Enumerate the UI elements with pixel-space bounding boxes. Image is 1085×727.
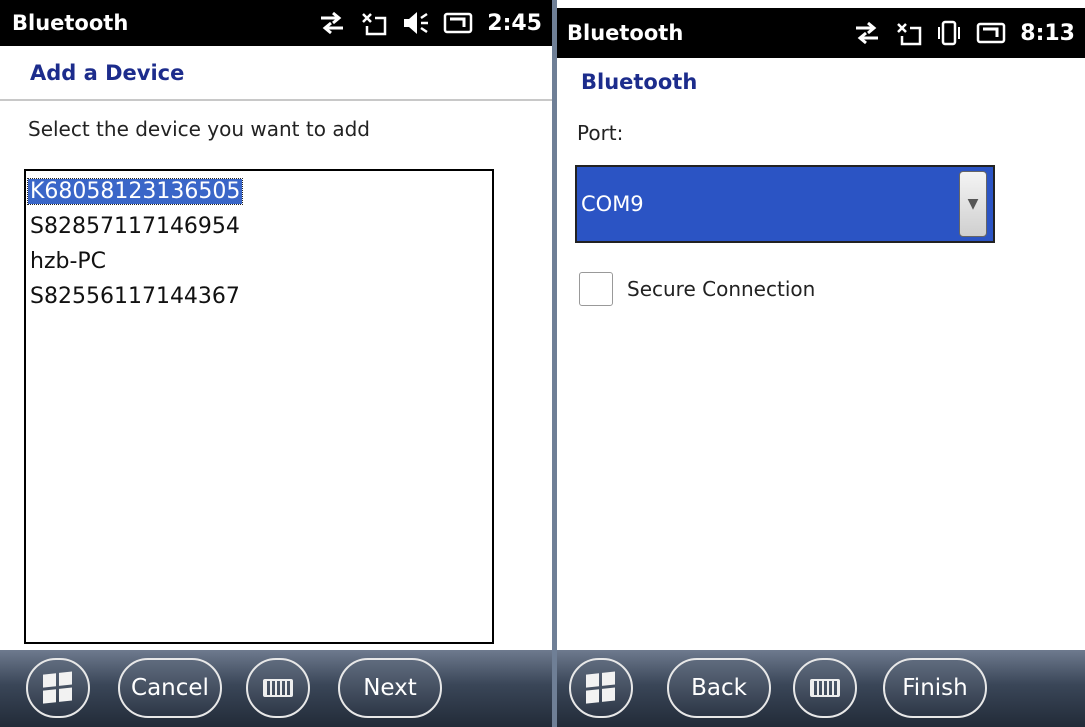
keyboard-icon bbox=[263, 679, 293, 697]
status-time: 8:13 bbox=[1020, 20, 1075, 46]
secure-connection-label: Secure Connection bbox=[627, 277, 816, 301]
status-bar[interactable]: Bluetooth 2:45 bbox=[0, 0, 552, 46]
start-button[interactable] bbox=[569, 658, 633, 718]
keyboard-button[interactable] bbox=[793, 658, 857, 718]
status-title: Bluetooth bbox=[567, 21, 684, 45]
vibrate-icon bbox=[936, 19, 962, 47]
start-button[interactable] bbox=[26, 658, 90, 718]
device-item[interactable]: hzb-PC bbox=[28, 244, 492, 279]
battery-icon bbox=[443, 11, 473, 35]
speaker-icon bbox=[401, 10, 429, 36]
instruction-text: Select the device you want to add bbox=[28, 117, 370, 141]
cancel-button[interactable]: Cancel bbox=[118, 658, 222, 718]
back-button[interactable]: Back bbox=[667, 658, 771, 718]
device-name: K68058123136505 bbox=[26, 178, 244, 205]
windows-start-icon bbox=[43, 671, 73, 704]
device-name: S82556117144367 bbox=[30, 284, 240, 309]
sync-icon bbox=[317, 10, 347, 36]
device-name: hzb-PC bbox=[30, 249, 107, 274]
bluetooth-port-screen: Bluetooth 8:13 Bluetooth Port: COM9 ▼ Se… bbox=[557, 0, 1085, 727]
bottom-toolbar: Back Finish bbox=[557, 650, 1085, 727]
keyboard-icon bbox=[810, 679, 840, 697]
page-header: Add a Device bbox=[0, 46, 552, 101]
dropdown-arrow-button[interactable]: ▼ bbox=[959, 171, 987, 237]
no-signal-icon bbox=[896, 20, 922, 46]
page-title: Bluetooth bbox=[581, 70, 698, 94]
device-item[interactable]: S82857117146954 bbox=[28, 209, 492, 244]
port-value: COM9 bbox=[581, 192, 644, 216]
device-list[interactable]: K68058123136505 S82857117146954 hzb-PC S… bbox=[24, 169, 494, 644]
windows-start-icon bbox=[586, 671, 616, 704]
port-label: Port: bbox=[577, 121, 624, 145]
secure-connection-checkbox[interactable] bbox=[579, 272, 613, 306]
device-item[interactable]: S82556117144367 bbox=[28, 279, 492, 314]
finish-button[interactable]: Finish bbox=[883, 658, 987, 718]
chevron-down-icon: ▼ bbox=[967, 196, 979, 212]
no-signal-icon bbox=[361, 10, 387, 36]
status-bar[interactable]: Bluetooth 8:13 bbox=[557, 8, 1085, 58]
port-select[interactable]: COM9 ▼ bbox=[575, 165, 995, 243]
device-name: S82857117146954 bbox=[30, 214, 240, 239]
battery-icon bbox=[976, 21, 1006, 45]
bottom-toolbar: Cancel Next bbox=[0, 650, 552, 727]
secure-connection-row[interactable]: Secure Connection bbox=[579, 272, 815, 306]
keyboard-button[interactable] bbox=[246, 658, 310, 718]
page-title: Add a Device bbox=[30, 60, 185, 85]
status-title: Bluetooth bbox=[12, 11, 129, 35]
page-header: Bluetooth bbox=[557, 58, 1085, 106]
add-device-screen: Bluetooth 2:45 Add a Device Select the d… bbox=[0, 0, 552, 727]
sync-icon bbox=[852, 20, 882, 46]
status-time: 2:45 bbox=[487, 10, 542, 36]
device-item[interactable]: K68058123136505 bbox=[26, 174, 492, 209]
next-button[interactable]: Next bbox=[338, 658, 442, 718]
